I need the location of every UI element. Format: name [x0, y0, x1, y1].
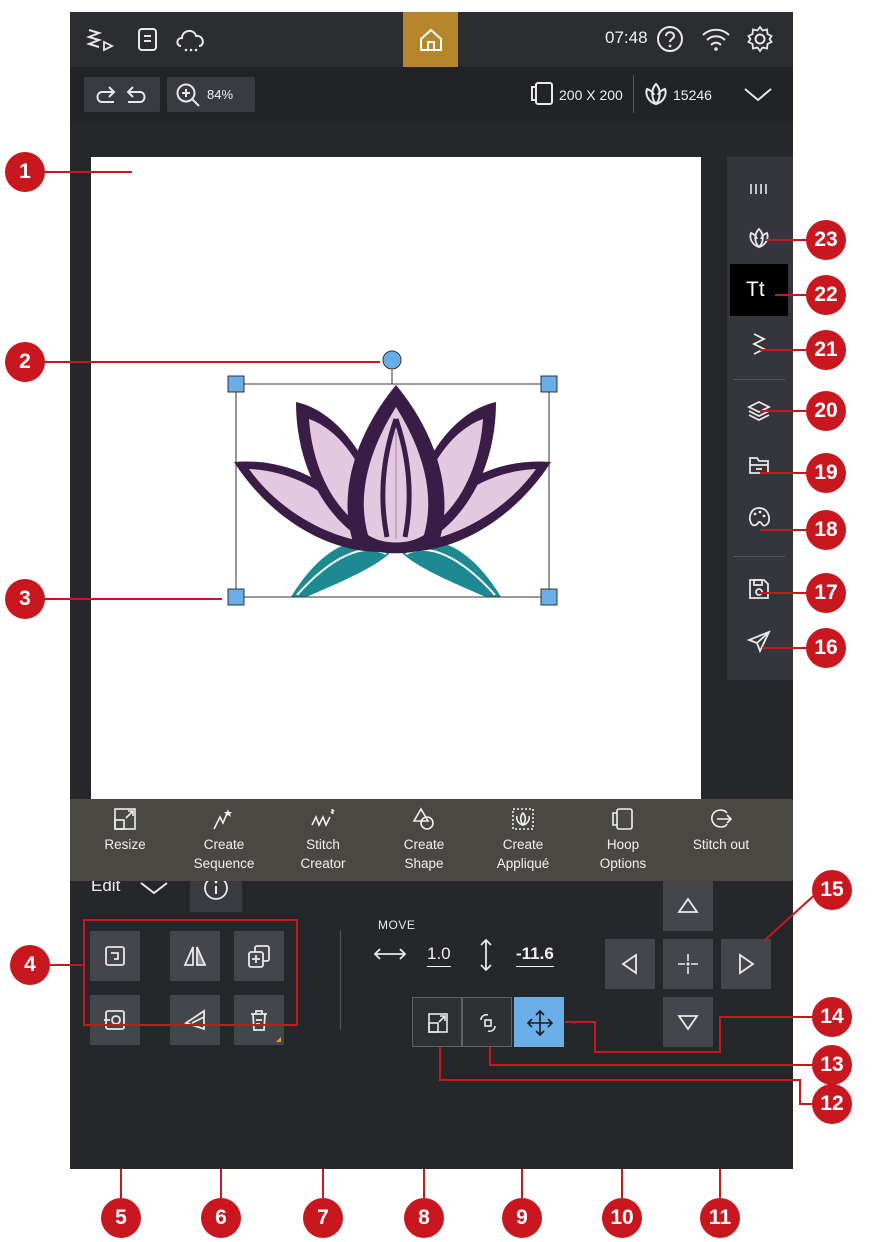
callout-6: 6 — [201, 1198, 241, 1238]
callout-2: 2 — [5, 342, 45, 382]
callout-8: 8 — [404, 1198, 444, 1238]
callout-11: 11 — [700, 1198, 740, 1238]
callout-21: 21 — [806, 330, 846, 370]
callout-4: 4 — [10, 945, 50, 985]
callout-13: 13 — [812, 1045, 852, 1085]
callout-14: 14 — [812, 997, 852, 1037]
callout-3: 3 — [5, 579, 45, 619]
callout-1: 1 — [5, 152, 45, 192]
callout-9: 9 — [502, 1198, 542, 1238]
callout-19: 19 — [806, 453, 846, 493]
callout-7: 7 — [303, 1198, 343, 1238]
callout-23: 23 — [806, 220, 846, 260]
callout-22: 22 — [806, 275, 846, 315]
callout-10: 10 — [602, 1198, 642, 1238]
callout-18: 18 — [806, 510, 846, 550]
callout-15: 15 — [812, 870, 852, 910]
callout-17: 17 — [806, 573, 846, 613]
callout-12: 12 — [812, 1084, 852, 1124]
edit-tools-highlight — [83, 919, 298, 1026]
callout-lines — [45, 171, 821, 1198]
callout-20: 20 — [806, 391, 846, 431]
callout-16: 16 — [806, 628, 846, 668]
callout-5: 5 — [101, 1198, 141, 1238]
